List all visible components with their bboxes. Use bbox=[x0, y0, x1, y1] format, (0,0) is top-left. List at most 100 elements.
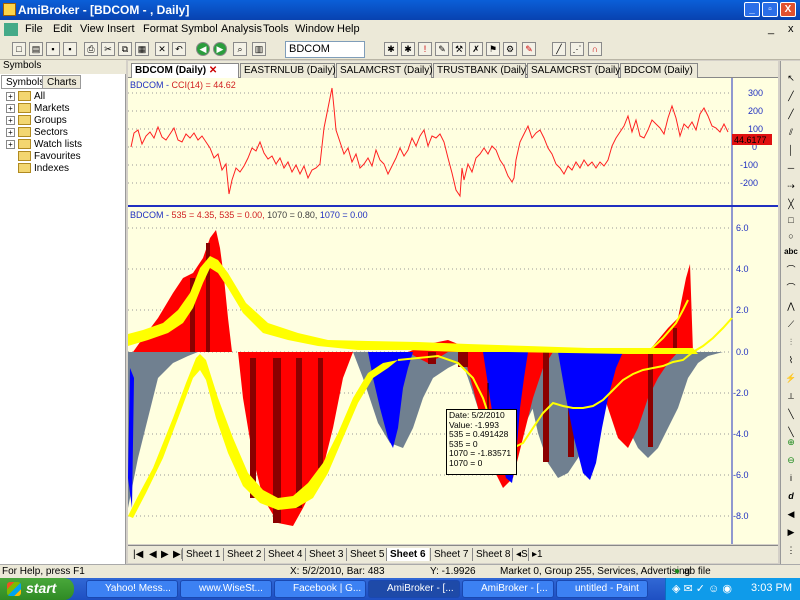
task-facebook[interactable]: Facebook | G... bbox=[274, 580, 366, 598]
paste-icon[interactable]: ▦ bbox=[135, 42, 149, 56]
expand-icon[interactable]: + bbox=[6, 115, 15, 125]
tray-icons[interactable]: ◈ ✉ ✓ ☺ ◉ bbox=[672, 582, 732, 595]
tool-icon-7[interactable]: ⚙ bbox=[503, 42, 517, 56]
info-icon[interactable]: i bbox=[784, 471, 798, 485]
chart-props-icon[interactable]: ▥ bbox=[252, 42, 266, 56]
menu-analysis[interactable]: Analysis bbox=[221, 23, 262, 35]
tab-sheet-4[interactable]: Sheet 4 bbox=[264, 548, 305, 561]
tab-sheet-5[interactable]: Sheet 5 bbox=[346, 548, 387, 561]
copy-icon[interactable]: ⧉ bbox=[118, 42, 132, 56]
ellipse-icon[interactable]: ○ bbox=[784, 229, 798, 243]
alert-icon[interactable]: ! bbox=[418, 42, 432, 56]
sheet-first-icon[interactable]: |◀ bbox=[130, 548, 146, 561]
tab-sheet-6[interactable]: Sheet 6 bbox=[386, 548, 429, 561]
tool-icon-1[interactable]: ✱ bbox=[384, 42, 398, 56]
magnet-icon[interactable]: ∩ bbox=[588, 42, 602, 56]
tab-chart-6[interactable]: BDCOM (Daily) bbox=[620, 63, 698, 78]
gann-icon[interactable]: ⟋ bbox=[784, 317, 798, 331]
zoom-icon[interactable]: ⌕ bbox=[233, 42, 247, 56]
delete-icon[interactable]: ✕ bbox=[155, 42, 169, 56]
open-icon[interactable]: ▤ bbox=[29, 42, 43, 56]
tool-icon-2[interactable]: ✱ bbox=[401, 42, 415, 56]
fibonacci-icon[interactable]: ⌒ bbox=[784, 263, 798, 277]
maximize-button[interactable]: ▫ bbox=[762, 2, 778, 17]
menu-help[interactable]: Help bbox=[337, 23, 360, 35]
close-button[interactable]: X bbox=[780, 2, 796, 17]
horizontal-line-icon[interactable]: ─ bbox=[784, 161, 798, 175]
tree-item-indexes[interactable]: Indexes bbox=[18, 163, 69, 174]
expand-icon[interactable]: + bbox=[6, 127, 15, 137]
measure-icon[interactable]: ⟂ bbox=[784, 389, 798, 403]
scroll-up-icon[interactable]: ◀ bbox=[784, 507, 798, 521]
tab-sheet-7[interactable]: Sheet 7 bbox=[430, 548, 471, 561]
menu-view[interactable]: View bbox=[80, 23, 104, 35]
tab-chart-4[interactable]: TRUSTBANK (Daily) bbox=[433, 63, 529, 78]
expand-icon[interactable]: + bbox=[6, 103, 15, 113]
tab-sheet-3[interactable]: Sheet 3 bbox=[305, 548, 346, 561]
rectangle-icon[interactable]: □ bbox=[784, 213, 798, 227]
tree-item-markets[interactable]: + Markets bbox=[6, 103, 70, 114]
tool-icon-5[interactable]: ✗ bbox=[469, 42, 483, 56]
scroll-down-icon[interactable]: ▶ bbox=[784, 525, 798, 539]
wave-icon[interactable]: ⌇ bbox=[784, 353, 798, 367]
zoom-in-icon[interactable]: ⊕ bbox=[784, 435, 798, 449]
minimize-button[interactable]: _ bbox=[744, 2, 760, 17]
mdi-close[interactable]: x bbox=[788, 23, 794, 35]
undo-icon[interactable]: ↶ bbox=[172, 42, 186, 56]
tab-chart-1[interactable]: BDCOM (Daily) ✕ bbox=[131, 63, 239, 78]
forward-icon[interactable]: ▶ bbox=[213, 42, 227, 56]
task-amibroker-1[interactable]: AmiBroker - [... bbox=[368, 580, 460, 598]
sheet-nav-next[interactable]: ▸1 bbox=[528, 548, 546, 561]
cycle-icon[interactable]: ⫶ bbox=[784, 335, 798, 349]
mdi-minimize[interactable]: _ bbox=[768, 23, 774, 35]
fan-icon[interactable]: ╲ bbox=[784, 407, 798, 421]
task-amibroker-2[interactable]: AmiBroker - [... bbox=[462, 580, 554, 598]
print-icon[interactable]: ⎙ bbox=[84, 42, 98, 56]
start-button[interactable]: start bbox=[0, 578, 74, 600]
tab-charts[interactable]: Charts bbox=[42, 75, 82, 89]
properties-icon[interactable]: d bbox=[784, 489, 798, 503]
text-tool-icon[interactable]: abc bbox=[784, 245, 798, 259]
tree-item-favourites[interactable]: Favourites bbox=[18, 151, 81, 162]
dotted-line-icon[interactable]: ⋰ bbox=[570, 42, 584, 56]
tree-item-all[interactable]: + All bbox=[6, 91, 45, 102]
tree-item-sectors[interactable]: + Sectors bbox=[6, 127, 68, 138]
vertical-line-icon[interactable]: │ bbox=[784, 143, 798, 157]
arc-icon[interactable]: ⌒ bbox=[784, 281, 798, 295]
back-icon[interactable]: ◀ bbox=[196, 42, 210, 56]
resize-grip-icon[interactable]: ⋮ bbox=[784, 543, 798, 557]
menu-edit[interactable]: Edit bbox=[53, 23, 72, 35]
tab-chart-5[interactable]: SALAMCRST (Daily) bbox=[527, 63, 624, 78]
save-all-icon[interactable]: ▪ bbox=[63, 42, 77, 56]
pointer-icon[interactable]: ↖ bbox=[784, 71, 798, 85]
symbol-combo[interactable]: BDCOM bbox=[285, 41, 365, 58]
color-pen-icon[interactable]: ✎ bbox=[522, 42, 536, 56]
task-wisest[interactable]: www.WiseSt... bbox=[180, 580, 272, 598]
close-icon[interactable]: ✕ bbox=[209, 65, 217, 76]
tree-item-watch-lists[interactable]: + Watch lists bbox=[6, 139, 82, 150]
menu-insert[interactable]: Insert bbox=[107, 23, 135, 35]
line-tool-icon[interactable]: ╱ bbox=[552, 42, 566, 56]
tool-icon-3[interactable]: ✎ bbox=[435, 42, 449, 56]
arrow-icon[interactable]: ⇢ bbox=[784, 179, 798, 193]
tool-icon-6[interactable]: ⚑ bbox=[486, 42, 500, 56]
zigzag-icon[interactable]: ⚡ bbox=[784, 371, 798, 385]
menu-window[interactable]: Window bbox=[295, 23, 334, 35]
channel-icon[interactable]: ⫽ bbox=[784, 125, 798, 139]
pitchfork-icon[interactable]: ⋀ bbox=[784, 299, 798, 313]
menu-file[interactable]: File bbox=[25, 23, 43, 35]
menu-format[interactable]: Format bbox=[143, 23, 178, 35]
task-paint[interactable]: untitled - Paint bbox=[556, 580, 648, 598]
tab-sheet-1[interactable]: Sheet 1 bbox=[182, 548, 223, 561]
expand-icon[interactable]: + bbox=[6, 91, 15, 101]
menu-symbol[interactable]: Symbol bbox=[181, 23, 218, 35]
zoom-out-icon[interactable]: ⊖ bbox=[784, 453, 798, 467]
tab-sheet-2[interactable]: Sheet 2 bbox=[223, 548, 264, 561]
tab-chart-3[interactable]: SALAMCRST (Daily) bbox=[336, 63, 433, 78]
ray-icon[interactable]: ╱ bbox=[784, 107, 798, 121]
save-icon[interactable]: ▪ bbox=[46, 42, 60, 56]
task-yahoo[interactable]: Yahoo! Mess... bbox=[86, 580, 178, 598]
cross-icon[interactable]: ╳ bbox=[784, 197, 798, 211]
menu-tools[interactable]: Tools bbox=[263, 23, 289, 35]
trendline-icon[interactable]: ╱ bbox=[784, 89, 798, 103]
